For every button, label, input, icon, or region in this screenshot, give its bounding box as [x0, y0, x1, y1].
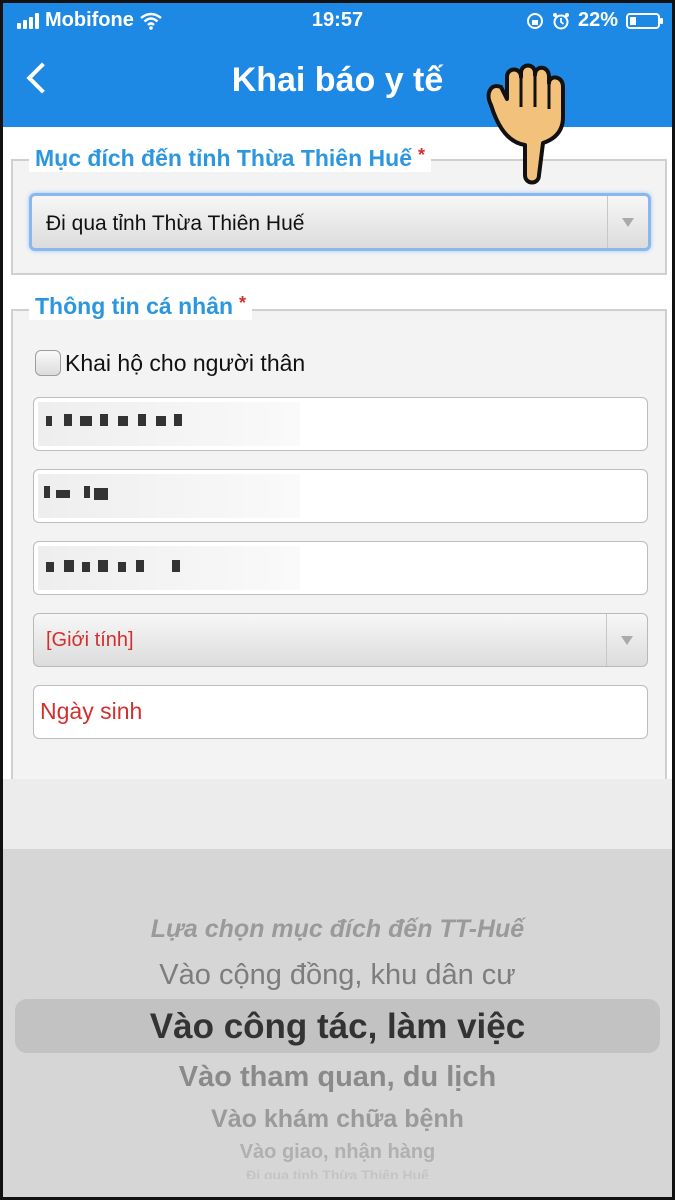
status-bar: Mobifone 19:57 22%	[3, 3, 672, 37]
required-mark: *	[239, 293, 247, 313]
phone-field[interactable]	[33, 541, 648, 595]
date-of-birth-field[interactable]: Ngày sinh	[33, 685, 648, 739]
picker-option[interactable]: Vào tham quan, du lịch	[3, 1061, 672, 1094]
gender-select[interactable]: [Giới tính]	[33, 613, 648, 667]
picker-toolbar	[3, 779, 672, 849]
chevron-down-icon	[606, 614, 647, 666]
required-mark: *	[417, 145, 425, 165]
picker-option[interactable]: Vào khám chữa bệnh	[3, 1105, 672, 1134]
pointing-hand-icon	[486, 63, 565, 185]
personal-legend: Thông tin cá nhân *	[29, 293, 253, 320]
chevron-down-icon	[607, 196, 648, 248]
id-number-field[interactable]	[33, 397, 648, 451]
battery-percent: 22%	[577, 9, 618, 31]
purpose-select[interactable]: Đi qua tỉnh Thừa Thiên Huế	[29, 193, 651, 251]
gender-select-placeholder: [Giới tính]	[46, 629, 134, 651]
rotation-lock-icon	[526, 12, 543, 29]
screen: Mobifone 19:57 22% Khai báo y tế Mục đíc…	[0, 0, 675, 1200]
date-of-birth-placeholder: Ngày sinh	[40, 698, 143, 724]
picker-option[interactable]: Đi qua tỉnh Thừa Thiên Huế	[3, 1167, 672, 1179]
proxy-checkbox-label: Khai hộ cho người thân	[65, 349, 306, 376]
purpose-select-value: Đi qua tỉnh Thừa Thiên Huế	[46, 212, 305, 235]
redacted-text	[38, 402, 300, 446]
picker-option-selected[interactable]: Vào công tác, làm việc	[3, 1007, 672, 1047]
redacted-text	[38, 546, 300, 590]
proxy-checkbox[interactable]	[35, 350, 61, 376]
purpose-legend: Mục đích đến tỉnh Thừa Thiên Huế *	[29, 145, 431, 172]
proxy-checkbox-row[interactable]: Khai hộ cho người thân	[35, 347, 305, 379]
alarm-icon	[552, 12, 569, 29]
purpose-picker[interactable]: Lựa chọn mục đích đến TT-Huế Vào cộng đồ…	[3, 779, 672, 1197]
full-name-field[interactable]	[33, 469, 648, 523]
redacted-text	[38, 474, 300, 518]
battery-icon	[626, 12, 663, 29]
picker-option[interactable]: Vào giao, nhận hàng	[3, 1141, 672, 1164]
picker-wheel[interactable]: Lựa chọn mục đích đến TT-Huế Vào cộng đồ…	[3, 849, 672, 1197]
picker-option[interactable]: Vào cộng đồng, khu dân cư	[3, 959, 672, 992]
picker-option[interactable]: Lựa chọn mục đích đến TT-Huế	[3, 915, 672, 944]
